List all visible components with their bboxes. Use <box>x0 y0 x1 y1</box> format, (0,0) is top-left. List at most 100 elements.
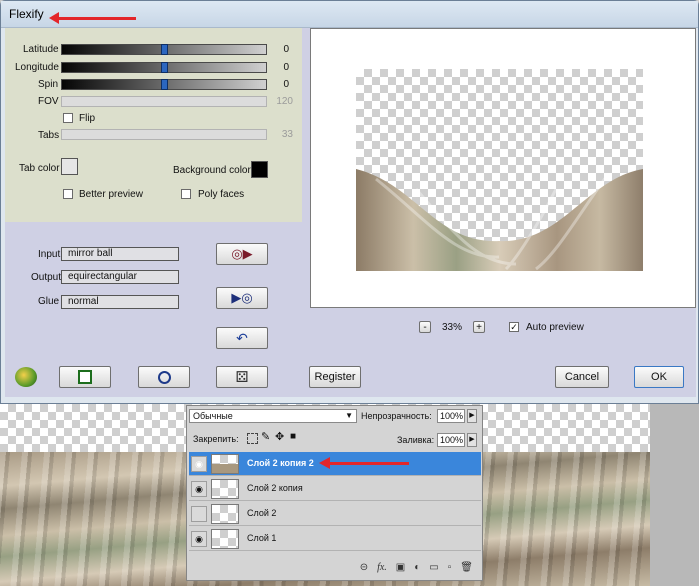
lock-position-icon[interactable]: ✥ <box>275 430 284 443</box>
cube-button[interactable] <box>59 366 111 388</box>
reset-button[interactable]: ↶ <box>216 327 268 349</box>
annotation-arrow-head <box>49 12 59 24</box>
glue-label: Glue <box>38 296 60 307</box>
parameters-panel <box>5 28 302 222</box>
spin-value: 0 <box>283 79 289 90</box>
adjustment-icon[interactable]: ◐ <box>414 562 420 573</box>
random-button[interactable]: ⚄ <box>216 366 268 388</box>
swap-backward-icon: ▶◎ <box>231 290 253 305</box>
layer-name: Слой 2 <box>247 508 277 518</box>
layer-row[interactable]: ◉ Слой 1 <box>189 527 481 551</box>
visibility-empty-icon[interactable] <box>191 506 207 522</box>
tab-color-label: Tab color <box>19 163 60 174</box>
register-button[interactable]: Register <box>309 366 361 388</box>
spin-label: Spin <box>38 79 59 90</box>
trash-icon[interactable]: 🗑 <box>460 562 473 573</box>
input-select[interactable]: mirror ball <box>61 247 179 261</box>
auto-preview-label: Auto preview <box>526 322 584 333</box>
undo-icon: ↶ <box>236 329 248 346</box>
lock-transparency-icon[interactable] <box>247 433 258 444</box>
tabs-value: 33 <box>281 129 293 140</box>
visibility-eye-icon[interactable]: ◉ <box>191 481 207 497</box>
ok-button[interactable]: OK <box>634 366 684 388</box>
tabs-label: Tabs <box>38 130 60 141</box>
latitude-label: Latitude <box>23 44 59 55</box>
layer-thumbnail <box>211 479 239 499</box>
fx-icon[interactable]: fx. <box>377 562 387 573</box>
latitude-slider[interactable] <box>61 44 267 55</box>
fov-label: FOV <box>38 96 59 107</box>
visibility-eye-icon[interactable]: ◉ <box>191 531 207 547</box>
zoom-in-button[interactable]: + <box>473 321 485 333</box>
latitude-value: 0 <box>283 44 289 55</box>
swap-forward-button[interactable]: ◎▶ <box>216 243 268 265</box>
annotation-arrow <box>56 17 136 20</box>
group-icon[interactable]: ▭ <box>429 562 438 573</box>
poly-faces-checkbox[interactable] <box>181 189 191 199</box>
visibility-eye-icon[interactable]: ◉ <box>191 456 207 472</box>
mask-icon[interactable]: ▣ <box>396 562 405 573</box>
better-preview-checkbox[interactable] <box>63 189 73 199</box>
longitude-thumb[interactable] <box>161 62 168 73</box>
fov-slider[interactable] <box>61 96 267 107</box>
longitude-label: Longitude <box>15 62 59 73</box>
background-color-label: Background color <box>173 165 251 176</box>
layer-thumbnail <box>211 529 239 549</box>
zoom-level: 33% <box>442 322 463 333</box>
poly-faces-label: Poly faces <box>198 189 245 200</box>
longitude-slider[interactable] <box>61 62 267 73</box>
layer-name: Слой 2 копия <box>247 483 303 493</box>
new-layer-icon[interactable]: ▫ <box>448 562 452 573</box>
opacity-label: Непрозрачность: <box>361 411 432 421</box>
glue-select[interactable]: normal <box>61 295 179 309</box>
square-icon <box>78 370 92 384</box>
layer-thumbnail <box>211 504 239 524</box>
blend-mode-value: Обычные <box>193 411 233 421</box>
fill-input[interactable]: 100% <box>437 433 465 447</box>
register-label: Register <box>314 371 356 383</box>
layer-row[interactable]: Слой 2 <box>189 502 481 526</box>
flip-label: Flip <box>79 113 96 124</box>
layer-row[interactable]: ◉ Слой 2 копия <box>189 477 481 501</box>
dice-icon: ⚄ <box>235 369 249 386</box>
input-label: Input <box>38 249 61 260</box>
layer-thumbnail <box>211 454 239 474</box>
better-preview-label: Better preview <box>79 189 143 200</box>
flip-checkbox[interactable] <box>63 113 73 123</box>
blend-mode-select[interactable]: Обычные ▼ <box>189 409 357 423</box>
output-select[interactable]: equirectangular <box>61 270 179 284</box>
canvas-side-strip <box>650 404 699 586</box>
lock-all-icon[interactable]: ■ <box>290 431 296 442</box>
latitude-thumb[interactable] <box>161 44 168 55</box>
zoom-out-button[interactable]: - <box>419 321 431 333</box>
flexify-logo-icon <box>15 367 37 387</box>
preview-area[interactable] <box>310 28 696 308</box>
annotation-arrow <box>329 462 409 465</box>
swap-forward-icon: ◎▶ <box>231 246 253 261</box>
preview-image <box>356 169 643 271</box>
opacity-arrow-icon[interactable]: ▶ <box>467 409 477 423</box>
ok-label: OK <box>651 371 667 383</box>
cancel-button[interactable]: Cancel <box>555 366 609 388</box>
tab-color-swatch[interactable] <box>61 158 78 175</box>
opacity-input[interactable]: 100% <box>437 409 465 423</box>
lock-label: Закрепить: <box>193 434 239 444</box>
fill-arrow-icon[interactable]: ▶ <box>467 433 477 447</box>
link-layers-icon[interactable]: ⊝ <box>360 562 368 573</box>
auto-preview-checkbox[interactable]: ✓ <box>509 322 519 332</box>
background-color-swatch[interactable] <box>251 161 268 178</box>
annotation-arrow-head <box>319 457 330 469</box>
longitude-value: 0 <box>283 62 289 73</box>
swap-backward-button[interactable]: ▶◎ <box>216 287 268 309</box>
fill-label: Заливка: <box>397 435 435 445</box>
fov-value: 120 <box>276 96 293 107</box>
tabs-slider[interactable] <box>61 129 267 140</box>
sphere-button[interactable] <box>138 366 190 388</box>
spin-slider[interactable] <box>61 79 267 90</box>
spin-thumb[interactable] <box>161 79 168 90</box>
output-label: Output <box>31 272 62 283</box>
chevron-down-icon: ▼ <box>345 411 353 420</box>
lock-pixels-icon[interactable]: ✎ <box>261 430 270 443</box>
window-title: Flexify <box>9 7 44 21</box>
circle-icon <box>157 370 171 384</box>
